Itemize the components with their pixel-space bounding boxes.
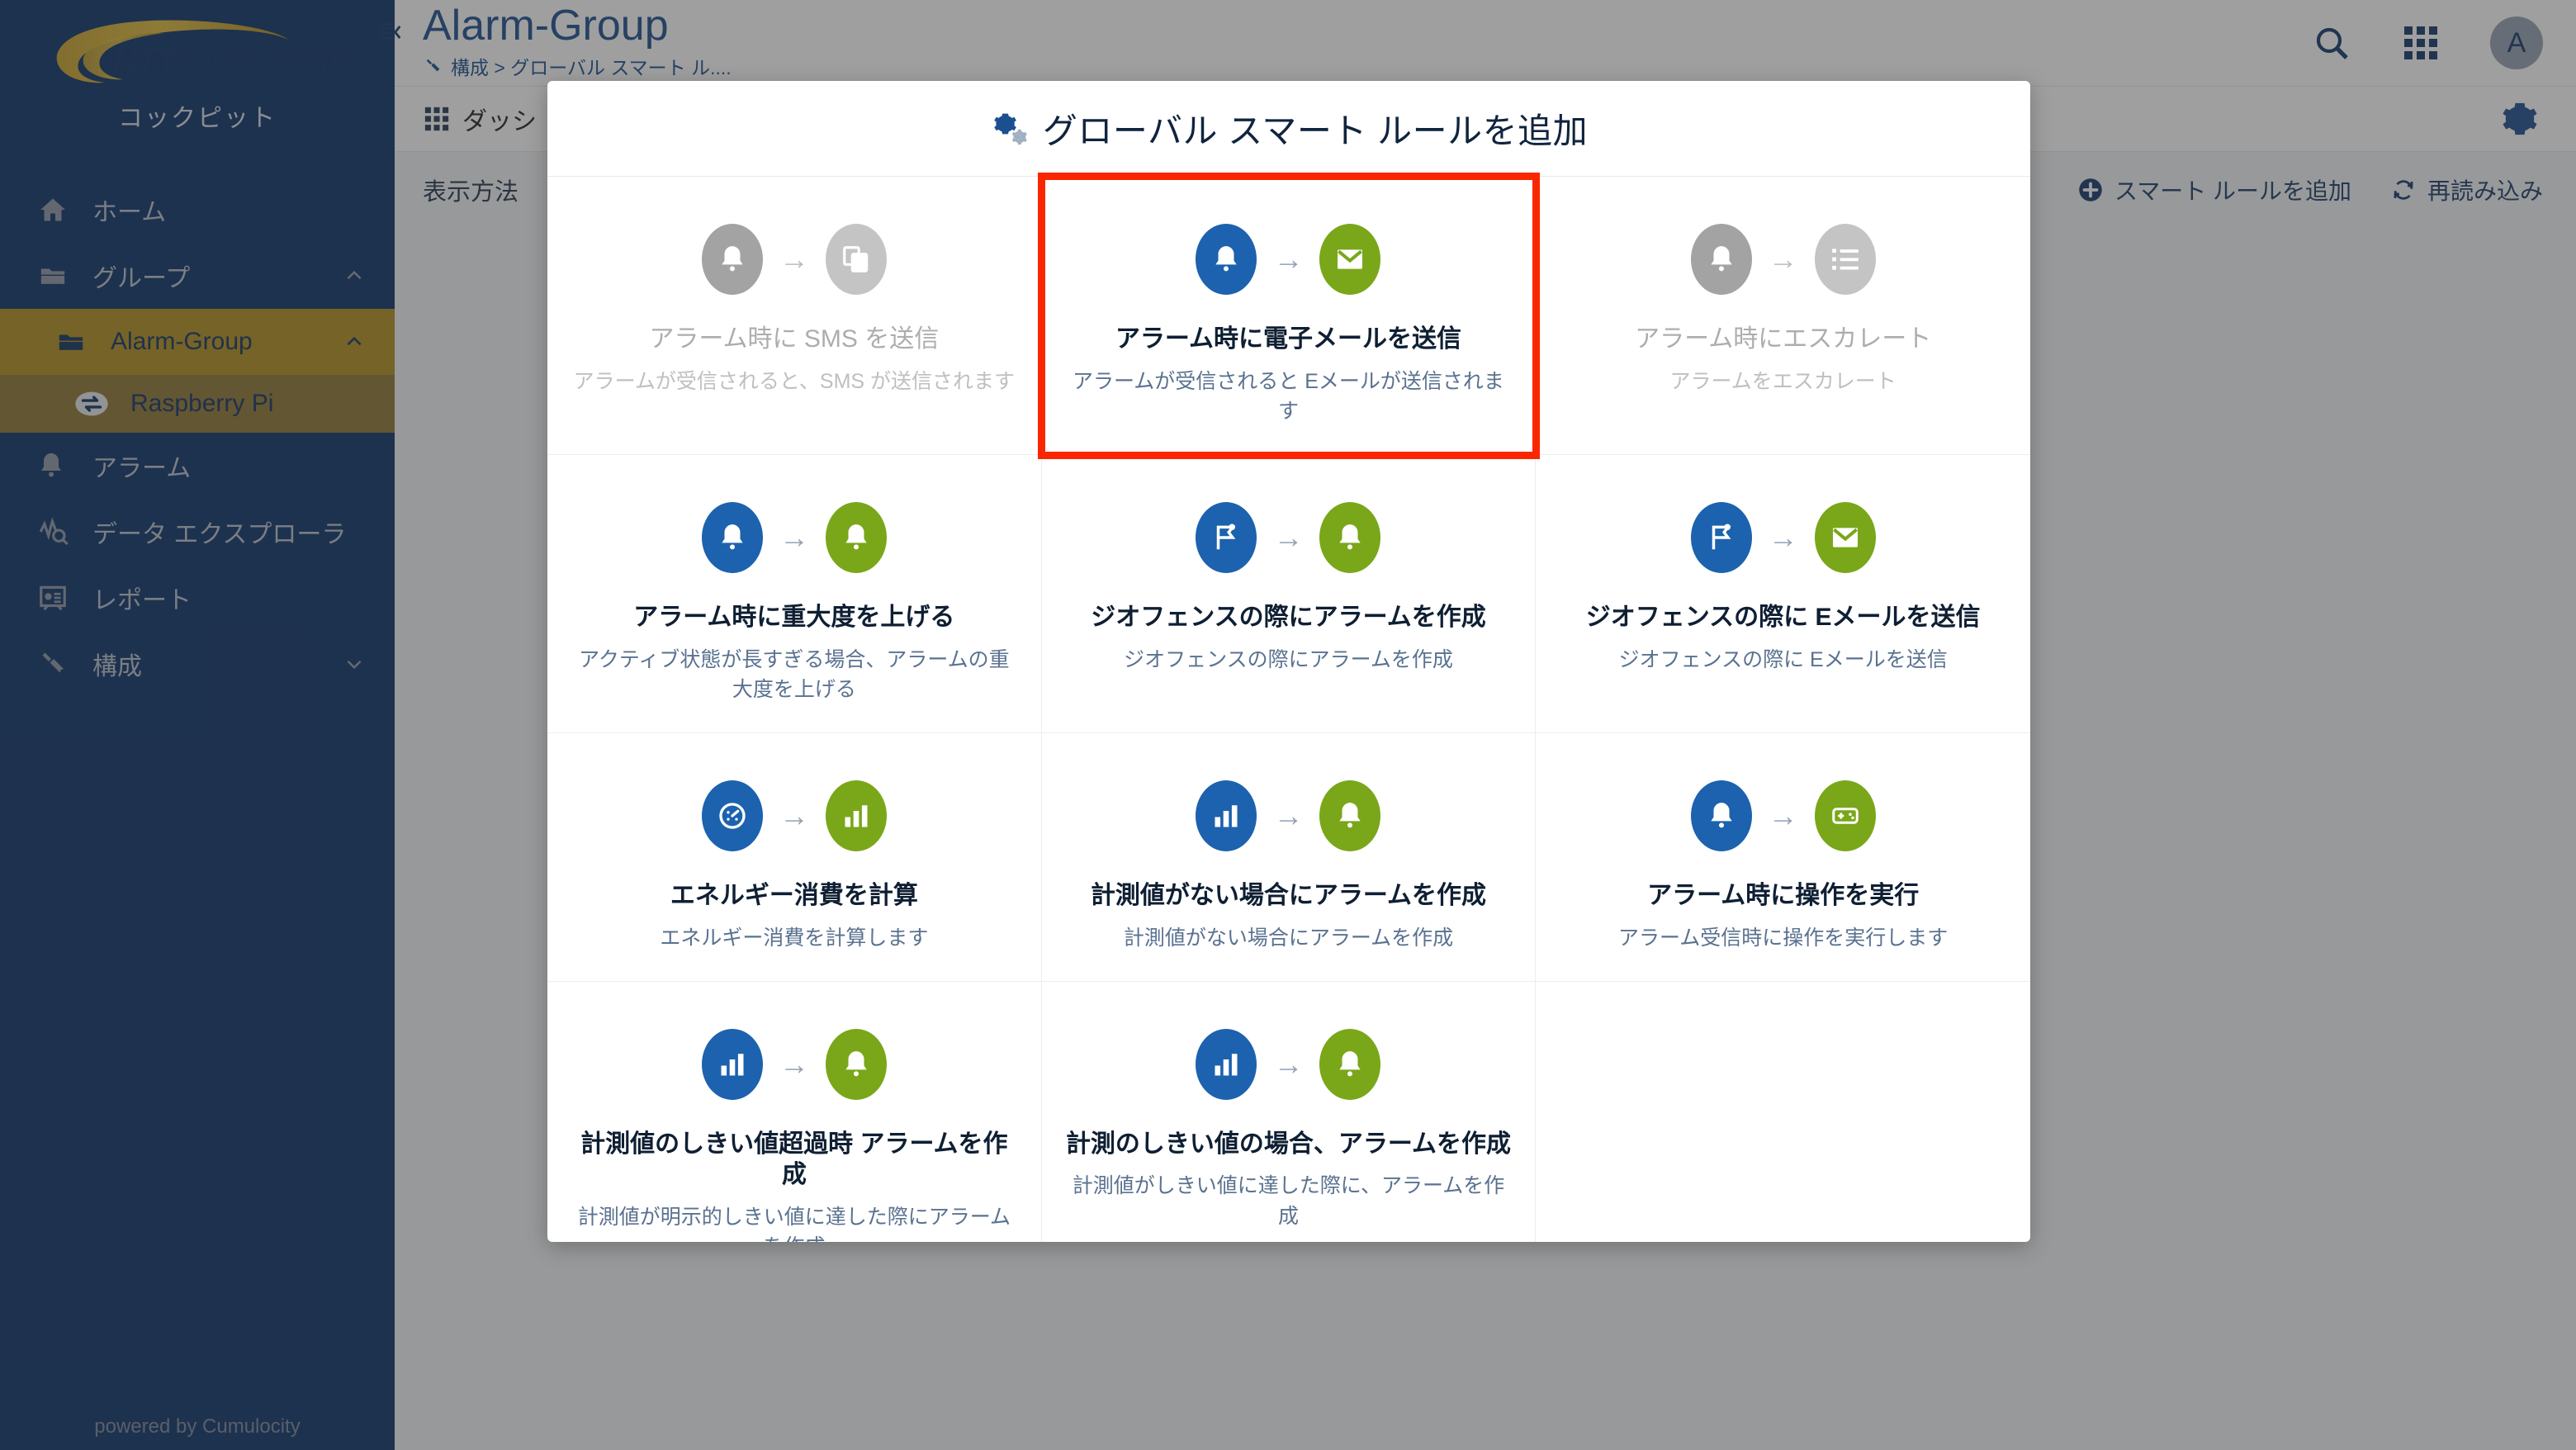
smart-rule-card-energy-consumption[interactable]: → エネルギー消費を計算 エネルギー消費を計算します [547,733,1042,982]
smart-rule-template-grid: → アラーム時に SMS を送信 アラームが受信されると、SMS が送信されます… [547,173,2030,1242]
card-title: アラーム時に重大度を上げる [633,604,955,631]
smart-rule-card-execute-operation[interactable]: → アラーム時に操作を実行 アラーム受信時に操作を実行します [1536,733,2030,982]
arrow-right-icon: → [779,798,809,832]
arrow-right-icon: → [1273,242,1304,276]
card-description: ジオフェンスの際にアラームを作成 [1124,647,1453,671]
bell-icon [825,1028,887,1100]
card-icons: → [1196,498,1381,577]
bell-icon [825,502,887,573]
card-description: 計測値がない場合にアラームを作成 [1123,926,1454,950]
arrow-right-icon: → [1273,798,1304,832]
card-description: 計測値がしきい値に達した際に、アラームを作成 [1072,1174,1505,1228]
card-description: 計測値が明示的しきい値に達した際にアラームを作成 [577,1205,1011,1242]
card-description: アラーム受信時に操作を実行します [1618,926,1949,950]
card-title: 計測値がない場合にアラームを作成 [1090,882,1487,909]
modal-header: グローバル スマート ルールを追加 [547,81,2030,177]
card-title: 計測値のしきい値超過時 アラームを作成 [580,1130,1008,1189]
modal-title: グローバル スマート ルールを追加 [1042,111,1589,150]
bar-chart-icon [825,780,887,851]
bell-icon [1319,780,1381,851]
sms-device-icon [825,224,887,295]
bell-icon [1319,1028,1381,1100]
card-title: アラーム時にエスカレート [1635,325,1932,353]
card-icons: → [1196,776,1381,855]
envelope-icon [1814,502,1876,573]
bell-icon [1319,502,1381,573]
smart-rule-card-empty-slot [1536,982,2030,1242]
arrow-right-icon: → [779,242,809,276]
card-icons: → [701,498,887,577]
smart-rule-card-geofence-email[interactable]: → ジオフェンスの際に Eメールを送信 ジオフェンスの際に Eメールを送信 [1536,455,2030,733]
card-icons: → [1196,1025,1381,1104]
card-title: エネルギー消費を計算 [670,882,918,909]
card-description: ジオフェンスの際に Eメールを送信 [1618,647,1948,671]
smart-rule-card-send-email-on-alarm[interactable]: → アラーム時に電子メールを送信 アラームが受信されると Eメールが送信されます [1037,173,1541,459]
card-description: エネルギー消費を計算します [660,926,929,950]
bell-icon [701,502,763,573]
card-icons: → [701,220,887,299]
card-description: アラームが受信されると Eメールが送信されます [1073,369,1504,423]
meter-icon [701,780,763,851]
bell-icon [701,224,763,295]
smart-rule-card-geofence-alarm[interactable]: → ジオフェンスの際にアラームを作成 ジオフェンスの際にアラームを作成 [1041,455,1537,733]
smart-rule-card-escalate[interactable]: → アラーム時にエスカレート アラームをエスカレート [1536,177,2030,455]
arrow-right-icon: → [1768,798,1798,832]
add-global-smart-rule-modal: グローバル スマート ルールを追加 → アラーム時に SMS を送信 アラームが… [547,81,2030,1242]
operation-icon [1814,780,1876,851]
bar-chart-icon [1196,780,1257,851]
card-icons: → [701,1025,887,1104]
smart-rule-card-increase-severity[interactable]: → アラーム時に重大度を上げる アクティブ状態が長すぎる場合、アラームの重大度を… [547,455,1042,733]
card-description: アラームをエスカレート [1669,369,1896,393]
arrow-right-icon: → [779,520,809,554]
arrow-right-icon: → [1768,520,1798,554]
bell-icon [1196,224,1257,295]
smart-rule-card-missing-measurement-alarm[interactable]: → 計測値がない場合にアラームを作成 計測値がない場合にアラームを作成 [1041,733,1537,982]
card-description: アラームが受信されると、SMS が送信されます [573,369,1016,393]
list-icon [1814,224,1876,295]
bell-icon [1690,780,1752,851]
smart-rule-card-threshold-alarm[interactable]: → 計測のしきい値の場合、アラームを作成 計測値がしきい値に達した際に、アラーム… [1042,981,1537,1242]
arrow-right-icon: → [1273,520,1304,554]
arrow-right-icon: → [1768,242,1798,276]
geofence-icon [1196,502,1257,573]
envelope-icon [1319,224,1381,295]
card-title: ジオフェンスの際にアラームを作成 [1091,604,1486,631]
card-icons: → [1196,220,1381,299]
card-title: ジオフェンスの際に Eメールを送信 [1585,604,1981,631]
arrow-right-icon: → [779,1046,809,1081]
bar-chart-icon [701,1028,763,1100]
card-title: アラーム時に電子メールを送信 [1115,325,1462,353]
card-icons: → [1690,776,1876,855]
card-title: アラーム時に操作を実行 [1647,882,1920,909]
bar-chart-icon [1196,1028,1257,1100]
card-icons: → [1690,498,1876,577]
card-description: アクティブ状態が長すぎる場合、アラームの重大度を上げる [579,647,1010,701]
card-icons: → [1690,220,1876,299]
gears-icon [990,110,1028,148]
bell-icon [1690,224,1752,295]
arrow-right-icon: → [1273,1046,1304,1081]
card-icons: → [701,776,887,855]
geofence-icon [1690,502,1752,573]
smart-rule-card-explicit-threshold-alarm[interactable]: → 計測値のしきい値超過時 アラームを作成 計測値が明示的しきい値に達した際にア… [547,981,1042,1242]
card-title: 計測のしきい値の場合、アラームを作成 [1065,1130,1512,1158]
smart-rule-card-sms[interactable]: → アラーム時に SMS を送信 アラームが受信されると、SMS が送信されます [547,177,1042,455]
card-title: アラーム時に SMS を送信 [649,325,940,353]
